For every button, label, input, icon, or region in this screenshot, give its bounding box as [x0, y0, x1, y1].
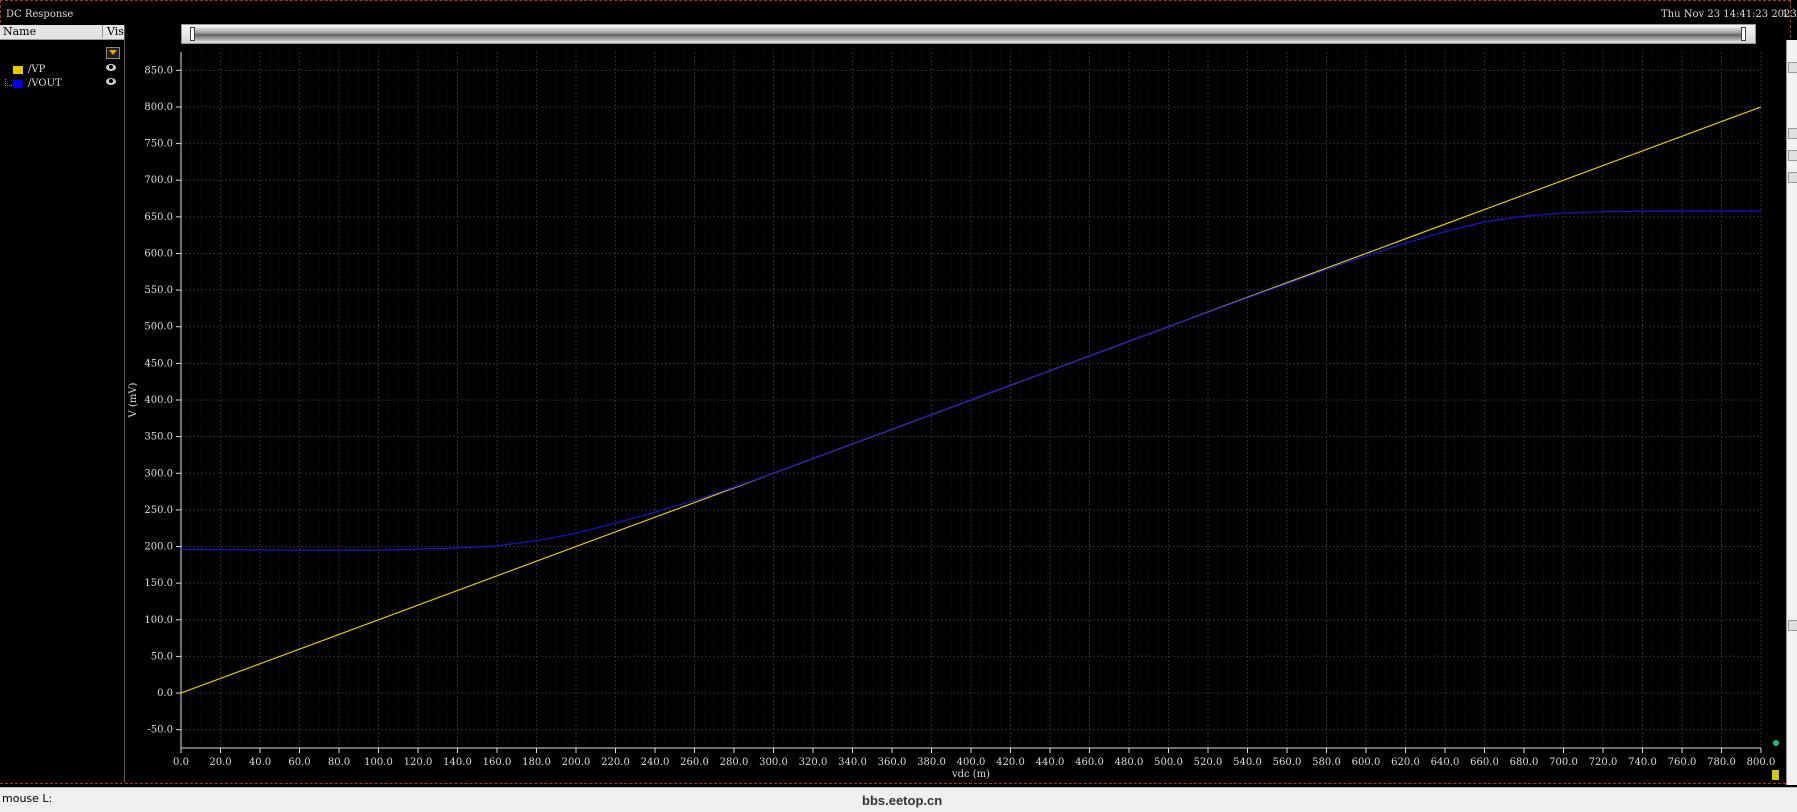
x-tick-label: 200.0: [562, 757, 591, 768]
side-button[interactable]: [1788, 150, 1797, 161]
x-tick-label: 160.0: [483, 757, 512, 768]
mouse-readout: mouse L:: [2, 792, 53, 805]
x-tick-label: 300.0: [759, 757, 788, 768]
x-tick-label: 600.0: [1352, 757, 1381, 768]
y-tick-label: 300.0: [144, 468, 173, 479]
y-tick-label: 700.0: [144, 175, 173, 186]
y-axis-label: V (mV): [128, 382, 139, 418]
x-tick-label: 60.0: [288, 757, 310, 768]
right-side-panel: [1786, 40, 1797, 785]
x-tick-label: 320.0: [799, 757, 828, 768]
x-tick-label: 180.0: [522, 757, 551, 768]
y-tick-label: 750.0: [144, 139, 173, 150]
side-button[interactable]: [1788, 128, 1797, 139]
y-tick-label: -50.0: [147, 725, 173, 736]
x-tick-label: 580.0: [1312, 757, 1341, 768]
x-tick-label: 340.0: [838, 757, 867, 768]
y-tick-label: 450.0: [144, 358, 173, 369]
y-tick-label: 550.0: [144, 285, 173, 296]
y-tick-label: 250.0: [144, 505, 173, 516]
side-button[interactable]: [1788, 620, 1797, 631]
x-tick-label: 800.0: [1747, 757, 1776, 768]
x-tick-label: 540.0: [1233, 757, 1262, 768]
y-tick-label: 0.0: [157, 688, 173, 699]
x-tick-label: 400.0: [957, 757, 986, 768]
y-tick-label: 200.0: [144, 542, 173, 553]
y-tick-label: 500.0: [144, 322, 173, 333]
side-button[interactable]: [1788, 62, 1797, 73]
x-tick-label: 20.0: [209, 757, 231, 768]
status-indicator-icon: [1773, 740, 1779, 746]
y-tick-label: 150.0: [144, 578, 173, 589]
y-tick-label: 600.0: [144, 248, 173, 259]
x-tick-label: 560.0: [1273, 757, 1302, 768]
x-tick-label: 700.0: [1549, 757, 1578, 768]
y-tick-label: 650.0: [144, 212, 173, 223]
x-tick-label: 240.0: [641, 757, 670, 768]
x-tick-label: 100.0: [364, 757, 393, 768]
x-tick-label: 520.0: [1194, 757, 1223, 768]
x-tick-label: 620.0: [1391, 757, 1420, 768]
x-tick-label: 40.0: [249, 757, 271, 768]
x-tick-label: 260.0: [680, 757, 709, 768]
x-tick-label: 360.0: [878, 757, 907, 768]
x-tick-label: 140.0: [443, 757, 472, 768]
x-tick-label: 720.0: [1589, 757, 1618, 768]
y-tick-label: 350.0: [144, 432, 173, 443]
watermark-text: bbs.eetop.cn: [862, 793, 943, 808]
x-tick-label: 280.0: [720, 757, 749, 768]
status-bar: mouse L: bbs.eetop.cn: [0, 787, 1797, 812]
x-tick-label: 380.0: [917, 757, 946, 768]
x-axis-label: vdc (m): [951, 769, 990, 780]
y-tick-label: 50.0: [151, 651, 173, 662]
x-tick-label: 640.0: [1431, 757, 1460, 768]
x-tick-label: 660.0: [1470, 757, 1499, 768]
x-tick-label: 80.0: [328, 757, 350, 768]
x-tick-label: 680.0: [1510, 757, 1539, 768]
side-button[interactable]: [1788, 172, 1797, 183]
x-tick-label: 460.0: [1075, 757, 1104, 768]
x-tick-label: 480.0: [1115, 757, 1144, 768]
y-tick-label: 800.0: [144, 102, 173, 113]
x-tick-label: 420.0: [996, 757, 1025, 768]
x-tick-label: 220.0: [601, 757, 630, 768]
x-tick-label: 760.0: [1668, 757, 1697, 768]
x-tick-label: 740.0: [1628, 757, 1657, 768]
y-tick-label: 850.0: [144, 65, 173, 76]
x-tick-label: 120.0: [404, 757, 433, 768]
x-tick-label: 780.0: [1707, 757, 1736, 768]
x-tick-label: 0.0: [173, 757, 189, 768]
x-tick-label: 500.0: [1154, 757, 1183, 768]
x-tick-label: 440.0: [1036, 757, 1065, 768]
y-tick-label: 400.0: [144, 395, 173, 406]
y-tick-label: 100.0: [144, 615, 173, 626]
battery-icon: [1772, 770, 1779, 780]
dc-response-plot[interactable]: 0.0 20.0 40.0 60.0 80.0 100.0 120.0 140.0 160.0 1…: [0, 0, 1797, 811]
